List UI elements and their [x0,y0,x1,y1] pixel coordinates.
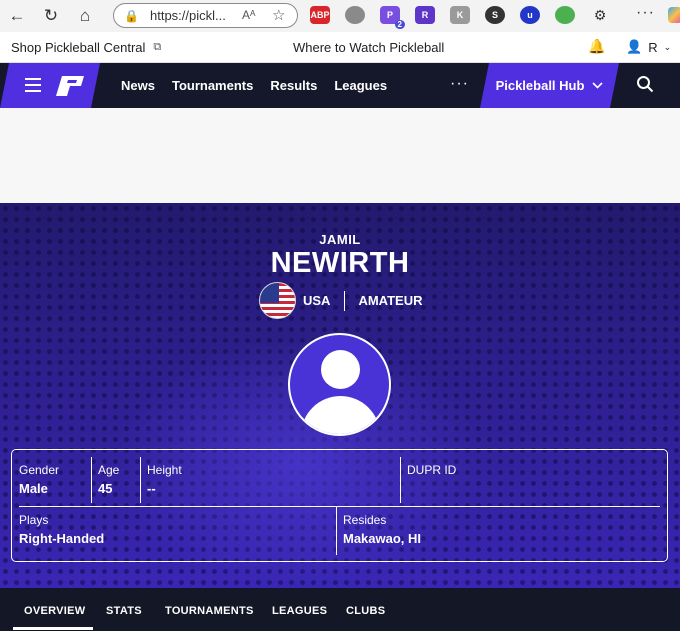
divider [400,457,401,503]
age-label: Age [98,463,120,477]
site-navigation: News Tournaments Results Leagues ··· Pic… [0,63,680,108]
shop-link[interactable]: Shop Pickleball Central ⧉ [11,40,161,55]
tab-tournaments[interactable]: TOURNAMENTS [165,605,254,617]
height-label: Height [147,463,182,477]
divider [336,507,337,555]
dupr-label: DUPR ID [407,463,457,477]
player-last-name: NEWIRTH [270,247,410,279]
player-info-box: Gender Male Age 45 Height -- DUPR ID Pla… [11,449,668,562]
tab-overview[interactable]: OVERVIEW [24,605,86,617]
tab-stats[interactable]: STATS [106,605,142,617]
user-icon: 👤 [626,39,643,54]
profile-tabs: OVERVIEW STATS TOURNAMENTS LEAGUES CLUBS [0,588,680,631]
adblock-extension-icon[interactable]: ABP [310,6,330,24]
copilot-icon[interactable] [668,7,680,23]
resides-value: Makawao, HI [343,531,422,546]
url-text: https://pickl... [150,8,226,23]
divider [19,506,660,507]
tab-leagues[interactable]: LEAGUES [272,605,327,617]
chevron-down-icon [592,82,604,89]
u-extension-icon[interactable]: u [520,6,540,24]
resides-cell: Resides Makawao, HI [343,513,421,546]
resides-label: Resides [343,513,387,527]
user-menu[interactable]: 👤 R ⌄ [626,39,671,55]
read-aloud-icon[interactable]: Aᴬ [242,8,255,22]
search-icon[interactable] [636,75,654,93]
extension-icon[interactable] [345,6,365,24]
gender-label: Gender [19,463,60,477]
divider [140,457,141,503]
utility-bar: Shop Pickleball Central ⧉ Where to Watch… [0,32,680,63]
extensions-row: ABP P2 R K S u ⚙ [310,6,625,29]
logo-block [0,63,100,108]
player-country: USA [303,293,331,308]
puzzle-extensions-icon[interactable]: ⚙ [590,6,610,24]
bell-icon[interactable]: 🔔 [588,38,605,55]
shop-link-label: Shop Pickleball Central [11,40,146,55]
p-extension-icon[interactable]: P2 [380,6,405,29]
home-icon[interactable]: ⌂ [68,0,102,32]
age-cell: Age 45 [98,463,119,496]
lock-icon: 🔒 [124,8,139,23]
active-tab-indicator [13,627,93,630]
s-extension-icon[interactable]: S [485,6,505,24]
player-first-name: JAMIL [319,232,361,247]
green-extension-icon[interactable] [555,6,575,24]
user-initial: R [648,39,658,55]
nav-link-tournaments[interactable]: Tournaments [172,78,253,93]
plays-cell: Plays Right-Handed [19,513,104,546]
divider [91,457,92,503]
chevron-down-icon: ⌄ [663,41,672,52]
hub-label: Pickleball Hub [495,78,585,93]
hamburger-menu-icon[interactable] [25,78,41,92]
refresh-icon[interactable]: ↻ [34,0,68,32]
ad-placeholder [0,108,680,203]
gender-cell: Gender Male [19,463,59,496]
k-extension-icon[interactable]: K [450,6,470,24]
height-value: -- [147,481,156,496]
extension-badge: 2 [394,20,405,29]
height-cell: Height -- [147,463,182,496]
nav-link-results[interactable]: Results [270,78,317,93]
nav-link-leagues[interactable]: Leagues [334,78,387,93]
dupr-cell: DUPR ID [407,463,456,481]
main-nav-links: News Tournaments Results Leagues [121,78,404,93]
gender-value: Male [19,481,48,496]
address-bar[interactable]: 🔒 https://pickl... Aᴬ ☆ [113,3,298,28]
back-icon[interactable]: ← [0,0,34,32]
usa-flag-icon [259,282,296,319]
external-link-icon: ⧉ [153,41,162,53]
player-level: AMATEUR [358,293,423,308]
plays-label: Plays [19,513,49,527]
pickleball-logo[interactable] [56,76,84,96]
divider [344,290,346,311]
browser-menu-icon[interactable]: ··· [636,4,655,22]
player-hero: JAMIL NEWIRTH USA AMATEUR Gender Male Ag… [0,203,680,588]
nav-link-news[interactable]: News [121,78,155,93]
player-nationality-row: USA AMATEUR [259,282,422,319]
avatar [288,333,391,436]
browser-toolbar: ← ↻ ⌂ 🔒 https://pickl... Aᴬ ☆ ABP P2 R K… [0,0,680,32]
pickleball-hub-dropdown[interactable]: Pickleball Hub [480,63,619,108]
favorite-star-icon[interactable]: ☆ [272,6,285,24]
plays-value: Right-Handed [19,531,105,546]
where-to-watch-link[interactable]: Where to Watch Pickleball [293,40,444,55]
tab-clubs[interactable]: CLUBS [346,605,385,617]
age-value: 45 [98,481,113,496]
more-menu-icon[interactable]: ··· [450,75,469,93]
r-extension-icon[interactable]: R [415,6,435,24]
